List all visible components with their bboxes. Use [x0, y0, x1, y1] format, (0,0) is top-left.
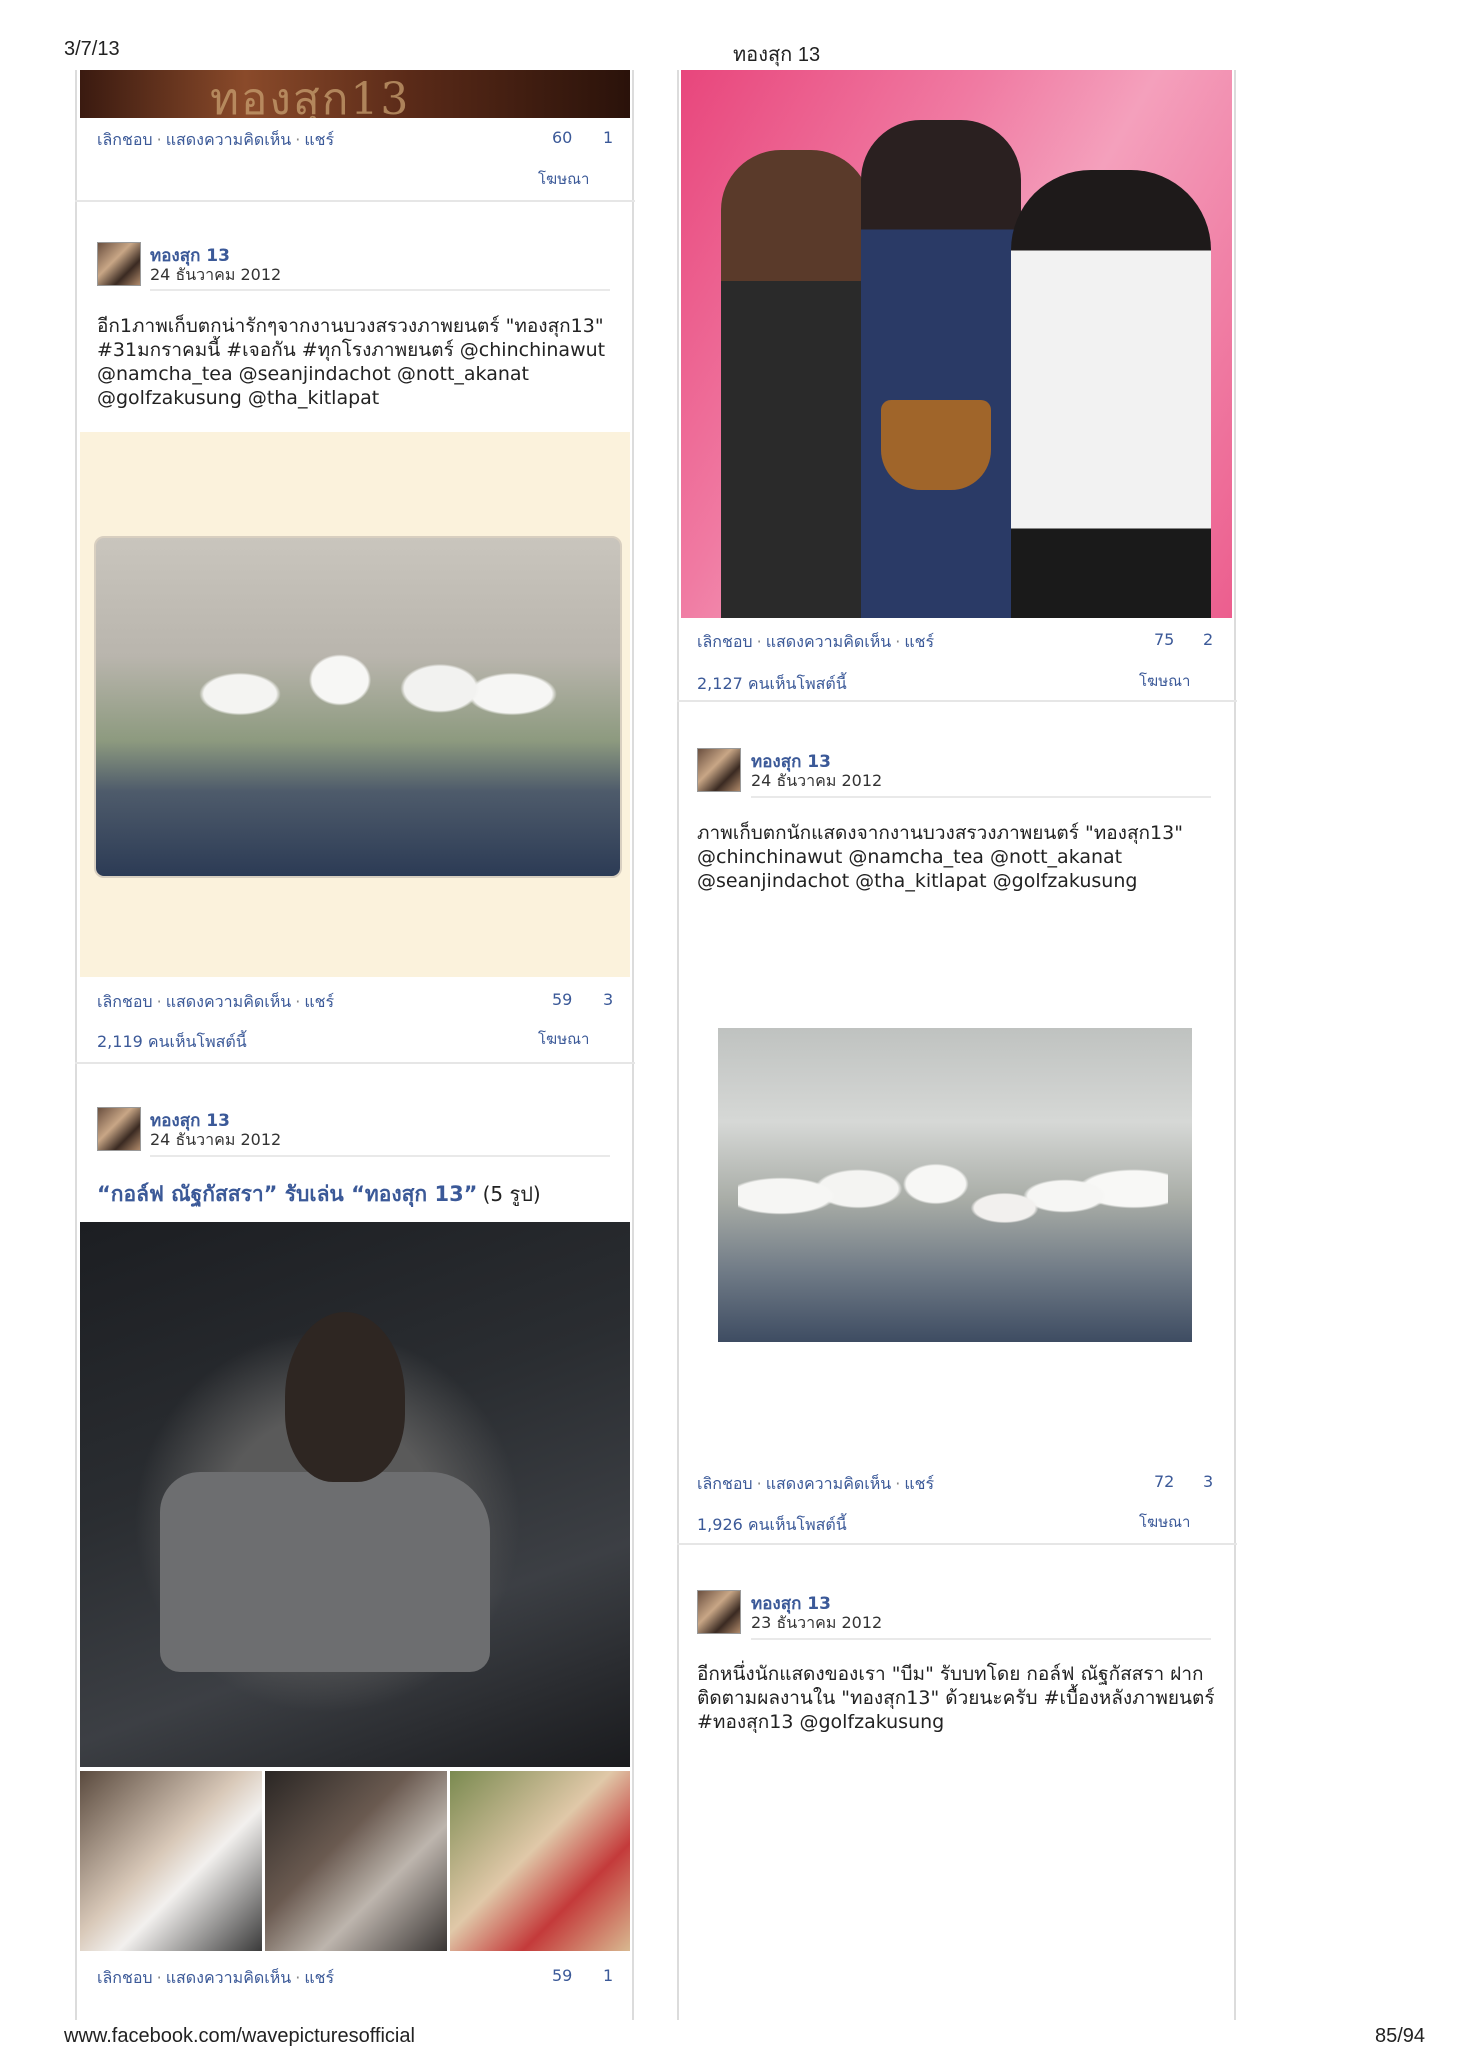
album-thumbnail[interactable] [450, 1771, 630, 1951]
link-title-row: “กอล์ฟ ณัฐกัสสรา” รับเล่น “ทองสุก 13” (5… [97, 1178, 541, 1211]
action-separator: · [295, 1968, 301, 1987]
left-column-border-right [632, 70, 634, 2020]
comment-link[interactable]: แสดงความคิดเห็น [166, 992, 292, 1011]
ads-link[interactable]: โฆษณา [538, 167, 589, 191]
action-separator: · [895, 632, 901, 651]
card-separator [677, 1543, 1237, 1545]
header-divider [751, 796, 1211, 798]
album-link-title[interactable]: “กอล์ฟ ณัฐกัสสรา” รับเล่น “ทองสุก 13” [97, 1182, 477, 1206]
unlike-link[interactable]: เลิกชอบ [97, 130, 153, 149]
comment-link[interactable]: แสดงความคิดเห็น [166, 130, 292, 149]
photo-count: (5 รูป) [482, 1182, 541, 1206]
right-column-border-left [677, 70, 679, 2020]
like-count[interactable]: 72 [1154, 1472, 1174, 1491]
post-photo[interactable] [718, 1028, 1192, 1342]
post-text: ภาพเก็บตกนักแสดงจากงานบวงสรวงภาพยนตร์ "ท… [697, 822, 1183, 892]
view-count: 1,926 คนเห็นโพสต์นี้ [697, 1515, 847, 1534]
card-separator [75, 200, 635, 202]
comment-link[interactable]: แสดงความคิดเห็น [766, 1474, 892, 1493]
print-page-title: ทองสุก 13 [733, 44, 821, 66]
action-separator: · [895, 1474, 901, 1493]
unlike-link[interactable]: เลิกชอบ [97, 1968, 153, 1987]
post-date[interactable]: 24 ธันวาคม 2012 [150, 1128, 281, 1153]
avatar[interactable] [97, 1107, 141, 1151]
action-separator: · [156, 992, 162, 1011]
like-count[interactable]: 60 [552, 128, 572, 147]
view-count: 2,119 คนเห็นโพสต์นี้ [97, 1032, 247, 1051]
figure-shirt [160, 1472, 490, 1672]
comment-count[interactable]: 3 [603, 990, 613, 1009]
action-bar: เลิกชอบ · แสดงความคิดเห็น · แชร์ [97, 1966, 334, 1991]
action-separator: · [756, 1474, 762, 1493]
album-thumbnail[interactable] [80, 1771, 262, 1951]
like-count[interactable]: 59 [552, 1966, 572, 1985]
print-page-number: 85/94 [1375, 2025, 1426, 2047]
gift-basket [881, 400, 991, 490]
action-bar: เลิกชอบ · แสดงความคิดเห็น · แชร์ [697, 1472, 934, 1497]
action-separator: · [156, 1968, 162, 1987]
like-count[interactable]: 59 [552, 990, 572, 1009]
avatar[interactable] [697, 1590, 741, 1634]
banner-image[interactable]: ทองสุก13 [80, 70, 630, 118]
comment-link[interactable]: แสดงความคิดเห็น [766, 632, 892, 651]
share-link[interactable]: แชร์ [304, 1968, 334, 1987]
comment-link[interactable]: แสดงความคิดเห็น [166, 1968, 292, 1987]
ads-link[interactable]: โฆษณา [1139, 669, 1190, 693]
print-date: 3/7/13 [64, 38, 120, 60]
right-column-border-right [1234, 70, 1236, 2020]
comment-count[interactable]: 1 [603, 128, 613, 147]
action-separator: · [295, 130, 301, 149]
comment-count[interactable]: 1 [603, 1966, 613, 1985]
post-text: อีก1ภาพเก็บตกน่ารักๆจากงานบวงสรวงภาพยนตร… [97, 315, 606, 409]
unlike-link[interactable]: เลิกชอบ [697, 632, 753, 651]
ads-link[interactable]: โฆษณา [1139, 1510, 1190, 1534]
left-column-border-left [75, 70, 77, 2020]
people-silhouette [738, 1088, 1168, 1328]
header-divider [150, 289, 610, 291]
comment-count[interactable]: 3 [1203, 1472, 1213, 1491]
print-url: www.facebook.com/wavepicturesofficial [64, 2025, 415, 2047]
header-divider [751, 1638, 1211, 1640]
share-link[interactable]: แชร์ [904, 632, 934, 651]
post-text: อีกหนึ่งนักแสดงของเรา "บีม" รับบทโดย กอล… [697, 1663, 1215, 1733]
action-separator: · [756, 632, 762, 651]
action-bar: เลิกชอบ · แสดงความคิดเห็น · แชร์ [97, 990, 334, 1015]
post-date[interactable]: 24 ธันวาคม 2012 [751, 769, 882, 794]
post-date[interactable]: 24 ธันวาคม 2012 [150, 263, 281, 288]
avatar[interactable] [697, 748, 741, 792]
action-bar: เลิกชอบ · แสดงความคิดเห็น · แชร์ [697, 630, 934, 655]
avatar[interactable] [97, 242, 141, 286]
comment-count[interactable]: 2 [1203, 630, 1213, 649]
action-separator: · [156, 130, 162, 149]
share-link[interactable]: แชร์ [304, 130, 334, 149]
header-divider [150, 1155, 610, 1157]
share-link[interactable]: แชร์ [904, 1474, 934, 1493]
unlike-link[interactable]: เลิกชอบ [697, 1474, 753, 1493]
album-main-photo[interactable] [80, 1222, 630, 1767]
card-separator [677, 700, 1237, 702]
post-date[interactable]: 23 ธันวาคม 2012 [751, 1611, 882, 1636]
like-count[interactable]: 75 [1154, 630, 1174, 649]
figure-head [285, 1312, 405, 1482]
album-thumbnail[interactable] [265, 1771, 447, 1951]
view-count: 2,127 คนเห็นโพสต์นี้ [697, 674, 847, 693]
event-photo[interactable] [681, 70, 1232, 618]
banner-title: ทองสุก13 [210, 74, 411, 118]
unlike-link[interactable]: เลิกชอบ [97, 992, 153, 1011]
card-separator [75, 1062, 635, 1064]
post-photo[interactable] [80, 432, 630, 977]
ads-link[interactable]: โฆษณา [538, 1027, 589, 1051]
action-separator: · [295, 992, 301, 1011]
person-right [1011, 170, 1211, 618]
share-link[interactable]: แชร์ [304, 992, 334, 1011]
action-bar: เลิกชอบ · แสดงความคิดเห็น · แชร์ [97, 128, 334, 153]
person-center [861, 120, 1021, 618]
people-silhouette [160, 582, 560, 862]
person-left [721, 150, 871, 618]
